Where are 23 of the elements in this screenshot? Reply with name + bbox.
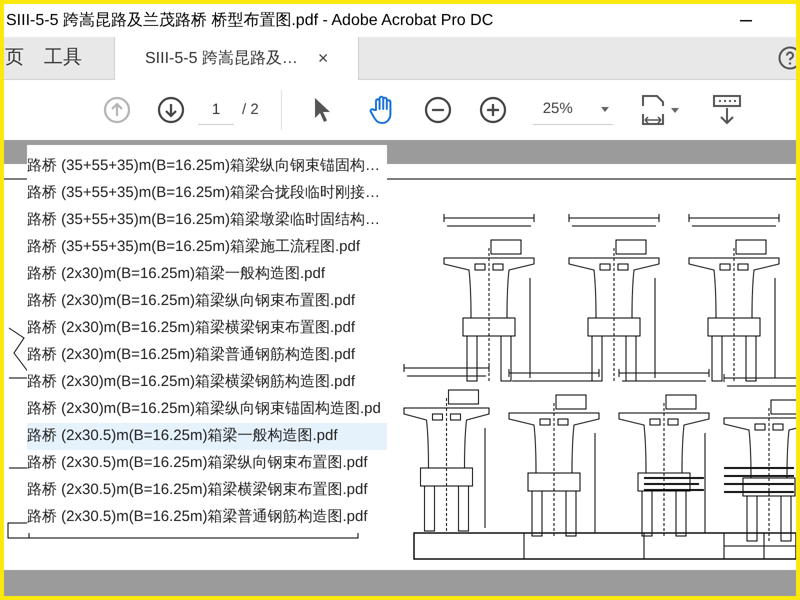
caret-icon: [600, 107, 609, 112]
file-list-item[interactable]: 路桥 (2x30.5)m(B=16.25m)箱梁一般构造图.pdf: [27, 423, 387, 450]
zoom-in-icon[interactable]: [478, 96, 507, 124]
tab[interactable]: 工具: [44, 37, 82, 79]
window-title: SIII-5-5 跨嵩昆路及兰茂路桥 桥型布置图.pdf - Adobe Acrobat Pro DC: [6, 10, 494, 30]
tab[interactable]: 页: [4, 37, 44, 79]
pointer-icon[interactable]: [312, 97, 331, 123]
minimize-icon[interactable]: [740, 20, 752, 22]
fit-page-button[interactable]: [640, 94, 679, 126]
tab-close-button[interactable]: ×: [318, 45, 328, 72]
page-total: / 2: [242, 100, 259, 120]
tab[interactable]: SIII-5-5 跨嵩昆路及… ×: [114, 37, 360, 80]
keyboard-download-icon[interactable]: [712, 95, 741, 125]
tab-label: SIII-5-5 跨嵩昆路及…: [145, 48, 298, 68]
help-icon[interactable]: [778, 46, 796, 70]
zoom-dropdown[interactable]: 25%: [532, 95, 613, 125]
arrow-down-circle-icon[interactable]: [157, 96, 185, 124]
caret-icon: [670, 108, 679, 112]
tab-label: 工具: [44, 46, 82, 70]
page-fit-icon: [640, 94, 667, 126]
tab-label: 页: [5, 46, 24, 70]
page-number-field[interactable]: 1: [198, 95, 234, 125]
zoom-out-icon[interactable]: [424, 96, 452, 124]
